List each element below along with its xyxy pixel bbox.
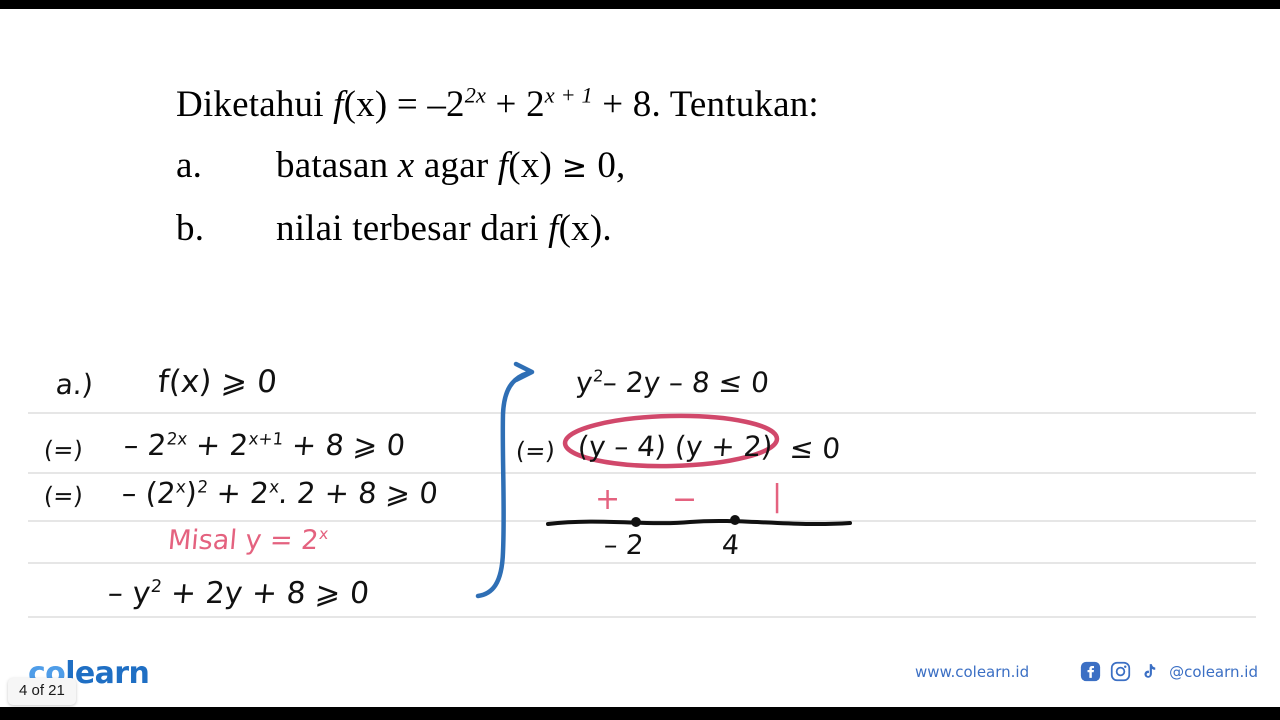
problem-prefix: Diketahui xyxy=(176,84,334,125)
slide-page: Diketahui f(x) = –22x + 2x + 1 + 8. Tent… xyxy=(0,0,1280,720)
plus-sign-one: + xyxy=(486,84,527,125)
work-right-line2-relation: ≤ 0 xyxy=(788,432,842,465)
l2-term-a: – 2 xyxy=(122,428,168,462)
footer-handle-text: @colearn.id xyxy=(1169,662,1258,681)
numberline-point-4 xyxy=(730,515,740,525)
term-one-base: –2 xyxy=(427,84,465,125)
l3-term-d: . 2 + 8 ⩾ 0 xyxy=(277,476,440,510)
letterbox-bottom-bar xyxy=(0,707,1280,720)
problem-line-function: Diketahui f(x) = –22x + 2x + 1 + 8. Tent… xyxy=(176,74,1176,135)
work-left-line2-implication: (=) xyxy=(42,436,85,464)
item-b-text: nilai terbesar dari xyxy=(276,208,549,249)
function-args: (x) xyxy=(343,84,388,125)
work-left-line3-expression: – (2x)2 + 2x. 2 + 8 ⩾ 0 xyxy=(121,476,440,510)
item-b-function-name: f xyxy=(548,208,559,249)
l2-term-c: + 8 ⩾ 0 xyxy=(281,428,407,462)
logo-text-learn: learn xyxy=(65,656,150,691)
function-name-f: f xyxy=(333,84,344,125)
l2-term-a-exponent: 2x xyxy=(165,428,189,449)
rule-line-4 xyxy=(28,562,1256,564)
footer-website-text: www.colearn.id xyxy=(915,662,1030,681)
substitution-exponent: x xyxy=(318,524,330,543)
item-a-text-mid: agar xyxy=(414,145,498,186)
l2-term-b-exponent: x+1 xyxy=(247,428,285,449)
footer-links: www.colearn.id @colearn.id xyxy=(915,661,1258,682)
page-indicator: 4 of 21 xyxy=(8,678,76,705)
work-left-line1-expression: f(x) ⩾ 0 xyxy=(156,364,279,400)
work-left-line3-implication: (=) xyxy=(42,482,85,510)
work-left-line1-label: a.) xyxy=(54,368,95,401)
letterbox-top-bar xyxy=(0,0,1280,9)
item-b-label: b. xyxy=(176,208,205,249)
item-a-relation: ≥ xyxy=(552,150,598,185)
item-b-tail: . xyxy=(602,208,612,249)
item-a-value: 0, xyxy=(597,145,626,186)
equals-sign: = xyxy=(387,84,428,125)
tiktok-icon[interactable] xyxy=(1140,661,1160,682)
numberline-sign-positive-right: | xyxy=(772,479,783,514)
facebook-icon[interactable] xyxy=(1080,661,1101,682)
term-two-base: 2 xyxy=(526,84,545,125)
term-one-exponent: 2x xyxy=(464,82,487,108)
l5-term-tail: + 2y + 8 ⩾ 0 xyxy=(159,576,371,611)
l3-term-c: + 2 xyxy=(205,476,271,510)
item-b-function-args: (x) xyxy=(558,208,603,249)
instagram-icon[interactable] xyxy=(1110,661,1131,682)
blue-curved-arrow-icon xyxy=(475,361,535,599)
term-two-exponent: x + 1 xyxy=(544,82,593,108)
problem-line-b: b. nilai terbesar dari f(x). xyxy=(176,198,1176,259)
r1-term-a: y xyxy=(574,366,595,399)
numberline-tick-label-minus-2: – 2 xyxy=(602,530,645,561)
numberline-point-minus-2 xyxy=(631,517,641,527)
item-a-variable: x xyxy=(397,145,415,186)
sign-number-line xyxy=(546,515,852,527)
work-left-line2-expression: – 22x + 2x+1 + 8 ⩾ 0 xyxy=(123,428,407,462)
rule-line-2 xyxy=(28,472,1256,474)
work-right-line1-expression: y2– 2y – 8 ≤ 0 xyxy=(575,366,771,399)
item-a-text-pre: batasan xyxy=(276,145,398,186)
substitution-text: Misal y = 2 xyxy=(166,525,320,556)
rule-line-5 xyxy=(28,616,1256,618)
problem-statement: Diketahui f(x) = –22x + 2x + 1 + 8. Tent… xyxy=(176,74,1176,259)
numberline-sign-negative-middle: − xyxy=(672,482,698,517)
numberline-tick-label-4: 4 xyxy=(720,530,741,561)
item-a-label: a. xyxy=(176,145,203,186)
l3-term-a: – (2 xyxy=(120,476,177,510)
work-right-factored-form: (y – 4) (y + 2) xyxy=(576,430,774,463)
work-left-substitution-note: Misal y = 2x xyxy=(166,524,330,556)
problem-line-a: a. batasan x agar f(x) ≥ 0, xyxy=(176,135,1176,198)
work-left-line5-expression: – y2 + 2y + 8 ⩾ 0 xyxy=(106,576,370,611)
work-right-line2-implication: (=) xyxy=(514,437,557,465)
r1-term-b: – 2y – 8 ≤ 0 xyxy=(601,366,771,399)
problem-tail: + 8. Tentukan: xyxy=(592,84,819,125)
numberline-sign-positive-left: + xyxy=(595,482,621,517)
item-a-function-name: f xyxy=(497,145,509,186)
l2-term-b: + 2 xyxy=(185,428,250,462)
l5-term-a: – y xyxy=(106,576,152,611)
item-a-function-args: (x) xyxy=(508,145,553,186)
